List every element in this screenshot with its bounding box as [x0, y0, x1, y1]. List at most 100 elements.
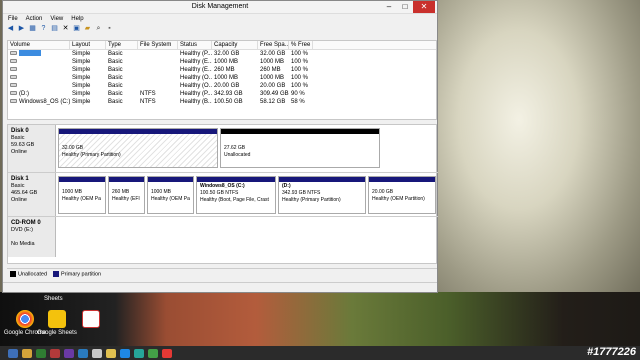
volume-cell-fs — [138, 66, 178, 74]
search-icon[interactable]: ⌕ — [95, 25, 102, 32]
col-free-space[interactable]: Free Spa... — [258, 41, 289, 49]
volume-cell-pct: 100 % — [291, 83, 309, 89]
partition-disk0-primary[interactable]: 32.00 GB Healthy (Primary Partition) — [58, 128, 218, 168]
disk-size: 465.64 GB — [11, 190, 38, 196]
volume-row[interactable]: Simple Basic Healthy (E... 1000 MB 1000 MB 10… — [8, 58, 436, 66]
taskbar-app-11-icon[interactable] — [148, 348, 158, 358]
partition-size: 1000 MB — [151, 189, 172, 195]
volume-row[interactable]: Simple Basic Healthy (E... 260 MB 260 MB 100 … — [8, 66, 436, 74]
partition-oem-1[interactable]: 1000 MB Healthy (OEM Pa — [58, 176, 106, 214]
menu-view[interactable]: View — [50, 16, 63, 22]
partition-size: 100.50 GB NTFS — [200, 190, 239, 196]
maximize-button[interactable]: □ — [397, 1, 413, 13]
cdrom-label[interactable]: CD-ROM 0 DVD (E:) No Media — [8, 217, 56, 257]
col-file-system[interactable]: File System — [138, 41, 178, 49]
primary-bar — [197, 177, 275, 182]
volume-list: Volume Layout Type File System Status Ca… — [7, 40, 437, 120]
taskbar-app-3-icon[interactable] — [36, 348, 46, 358]
help-icon[interactable]: ? — [40, 25, 47, 32]
col-type[interactable]: Type — [106, 41, 138, 49]
partition-title: (D:) — [282, 183, 291, 189]
volume-cell-capacity: 20.00 GB — [214, 83, 240, 89]
title-bar[interactable]: Disk Management – □ ✕ — [3, 1, 437, 14]
volume-row[interactable]: Windows8_OS (C:) Simple Basic NTFS Healthy (… — [8, 98, 436, 106]
cdrom-state: No Media — [11, 241, 35, 247]
primary-bar — [279, 177, 365, 182]
col-status[interactable]: Status — [178, 41, 212, 49]
primary-bar — [369, 177, 435, 182]
disk-0-row: Disk 0 Basic 59.63 GB Online 32.00 GB He… — [8, 125, 438, 173]
legend-primary: Primary partition — [53, 271, 101, 278]
desktop-icon-label: Google Sheets — [37, 330, 77, 336]
volume-cell-fs: NTFS — [140, 99, 156, 105]
disk-name: Disk 0 — [11, 128, 29, 134]
disk-0-label[interactable]: Disk 0 Basic 59.63 GB Online — [8, 125, 56, 172]
list-icon[interactable]: ▤ — [51, 25, 58, 32]
partition-oem-2[interactable]: 1000 MB Healthy (OEM Pa — [147, 176, 194, 214]
taskbar-app-4-icon[interactable] — [50, 348, 60, 358]
volume-cell-free: 20.00 GB — [260, 83, 286, 89]
close-button[interactable]: ✕ — [413, 1, 435, 13]
volume-icon — [10, 91, 17, 96]
disk-map: Disk 0 Basic 59.63 GB Online 32.00 GB He… — [7, 124, 438, 264]
unallocated-bar — [221, 129, 379, 134]
desktop-icon-pdf[interactable] — [68, 306, 114, 330]
partition-title: Windows8_OS (C:) — [200, 183, 245, 189]
properties-icon[interactable]: ▣ — [73, 25, 80, 32]
partition-c-drive[interactable]: Windows8_OS (C:) 100.50 GB NTFS Healthy … — [196, 176, 276, 214]
delete-icon[interactable]: ✕ — [62, 25, 69, 32]
taskbar-app-2-icon[interactable] — [22, 348, 32, 358]
menu-file[interactable]: File — [8, 16, 18, 22]
volume-icon — [10, 59, 17, 64]
cdrom-row: CD-ROM 0 DVD (E:) No Media — [8, 217, 438, 257]
minimize-button[interactable]: – — [381, 1, 397, 13]
col-volume[interactable]: Volume — [8, 41, 70, 49]
taskbar-app-9-icon[interactable] — [120, 348, 130, 358]
col-percent-free[interactable]: % Free — [289, 41, 313, 49]
taskbar — [0, 346, 640, 360]
taskbar-app-6-icon[interactable] — [78, 348, 88, 358]
partition-oem-3[interactable]: 20.00 GB Healthy (OEM Partition) — [368, 176, 436, 214]
volume-cell-status: Healthy (E... — [180, 67, 212, 73]
primary-bar — [109, 177, 144, 182]
disk-state: Online — [11, 197, 27, 203]
taskbar-app-7-icon[interactable] — [92, 348, 102, 358]
taskbar-app-10-icon[interactable] — [134, 348, 144, 358]
volume-cell-volume — [8, 50, 70, 58]
forward-icon[interactable]: ▶ — [18, 25, 25, 32]
volume-cell-layout: Simple — [72, 67, 91, 73]
status-bar — [3, 282, 437, 292]
partition-status: Healthy (Primary Partition) — [282, 197, 341, 203]
volume-cell-status: Healthy (P... — [180, 91, 212, 97]
volume-cell-pct: 100 % — [291, 75, 309, 81]
volume-row[interactable]: Simple Basic Healthy (O... 1000 MB 1000 MB 10… — [8, 74, 436, 82]
menu-action[interactable]: Action — [26, 16, 43, 22]
back-icon[interactable]: ◀ — [7, 25, 14, 32]
chrome-icon — [16, 310, 34, 328]
volume-row[interactable]: Simple Basic Healthy (P... 32.00 GB 32.00 GB… — [8, 50, 436, 58]
volume-row[interactable]: Simple Basic Healthy (O... 20.00 GB 20.00 GB… — [8, 82, 436, 90]
volume-cell-capacity: 32.00 GB — [214, 51, 240, 57]
menu-help[interactable]: Help — [71, 16, 83, 22]
taskbar-app-12-icon[interactable] — [162, 348, 172, 358]
legend: Unallocated Primary partition — [7, 268, 437, 280]
col-layout[interactable]: Layout — [70, 41, 106, 49]
show-hide-icon[interactable]: ▦ — [29, 25, 36, 32]
partition-efi[interactable]: 260 MB Healthy (EFI — [108, 176, 145, 214]
taskbar-app-1-icon[interactable] — [8, 348, 18, 358]
volume-cell-type: Basic — [108, 51, 123, 57]
settings-icon[interactable]: ▪ — [106, 25, 113, 32]
volume-cell-free: 260 MB — [260, 67, 281, 73]
disk-state: Online — [11, 149, 27, 155]
partition-disk0-unallocated[interactable]: 27.62 GB Unallocated — [220, 128, 380, 168]
volume-row[interactable]: (D:) Simple Basic NTFS Healthy (P... 342.93 G… — [8, 90, 436, 98]
col-capacity[interactable]: Capacity — [212, 41, 258, 49]
taskbar-app-8-icon[interactable] — [106, 348, 116, 358]
volume-list-header: Volume Layout Type File System Status Ca… — [8, 41, 436, 50]
disk-1-label[interactable]: Disk 1 Basic 465.64 GB Online — [8, 173, 56, 216]
cdrom-name: CD-ROM 0 — [11, 220, 41, 226]
disk-size: 59.63 GB — [11, 142, 35, 148]
taskbar-app-5-icon[interactable] — [64, 348, 74, 358]
partition-d-drive[interactable]: (D:) 342.93 GB NTFS Healthy (Primary Par… — [278, 176, 366, 214]
open-icon[interactable]: ▰ — [84, 25, 91, 32]
